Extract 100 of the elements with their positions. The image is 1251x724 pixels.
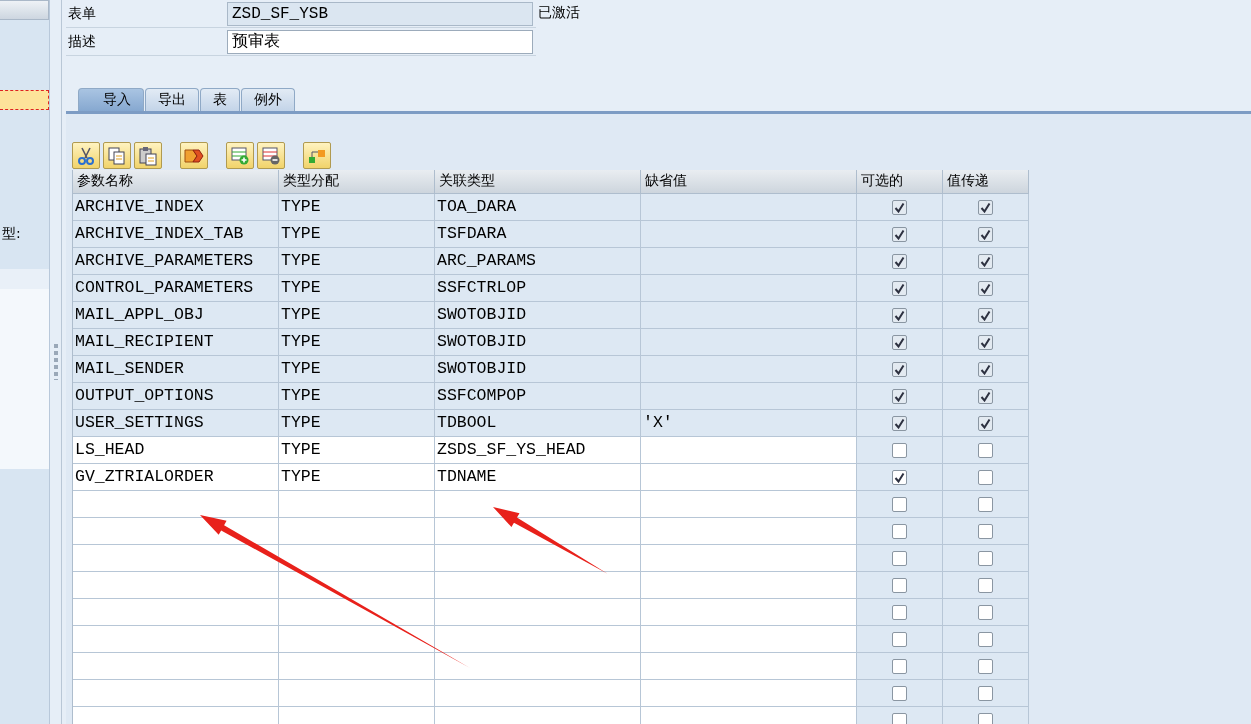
checkmark-icon [894,363,905,375]
checkmark-icon [980,255,991,267]
table-cell: TDNAME [435,464,641,491]
checkbox[interactable] [892,361,907,377]
table-cell: TYPE [279,275,435,302]
checkbox[interactable] [978,415,993,431]
checkbox[interactable] [892,226,907,242]
checkmark-icon [894,336,905,348]
toolbar-button[interactable] [257,142,285,169]
checkmark-icon [894,201,905,213]
column-header[interactable]: 可选的 [857,170,943,194]
toolbar-button[interactable] [303,142,331,169]
table-cell: GV_ZTRIALORDER [73,464,279,491]
checkbox[interactable] [978,199,993,215]
table-cell: TYPE [279,194,435,221]
checkbox[interactable] [892,604,907,620]
checkmark-icon [980,309,991,321]
table-cell: TYPE [279,383,435,410]
toolbar-button[interactable] [226,142,254,169]
checkbox[interactable] [892,577,907,593]
table-cell: 'X' [641,410,857,437]
checkbox[interactable] [892,199,907,215]
checkbox[interactable] [892,685,907,701]
toolbar-button[interactable] [180,142,208,169]
checkmark-icon [894,417,905,429]
column-header[interactable]: 参数名称 [73,170,279,194]
checkbox[interactable] [892,712,907,724]
toolbar-button[interactable] [72,142,100,169]
toolbar-button[interactable] [103,142,131,169]
status-text: 已激活 [538,4,580,22]
tab[interactable]: 表 [200,88,240,111]
checkmark-icon [894,282,905,294]
checkbox[interactable] [978,226,993,242]
checkmark-icon [894,309,905,321]
checkmark-icon [894,228,905,240]
checkbox[interactable] [978,280,993,296]
checkbox[interactable] [892,523,907,539]
checkbox[interactable] [892,415,907,431]
table-cell: LS_HEAD [73,437,279,464]
checkmark-icon [894,255,905,267]
sidebar-label: 型: [1,225,22,243]
checkbox[interactable] [978,361,993,377]
checkbox[interactable] [978,712,993,724]
table-cell: SSFCOMPOP [435,383,641,410]
column-header[interactable]: 类型分配 [279,170,435,194]
checkbox[interactable] [978,658,993,674]
table-cell: ZSDS_SF_YS_HEAD [435,437,641,464]
checkbox[interactable] [978,604,993,620]
checkbox[interactable] [892,469,907,485]
checkbox[interactable] [978,307,993,323]
checkbox[interactable] [978,523,993,539]
sidebar-item[interactable] [0,0,49,20]
paste-icon [138,145,158,166]
checkbox[interactable] [978,253,993,269]
table-cell: SWOTOBJID [435,356,641,383]
toolbar-button[interactable] [134,142,162,169]
checkbox[interactable] [978,631,993,647]
column-header[interactable]: 关联类型 [435,170,641,194]
tab[interactable]: 导入 [78,88,144,111]
checkbox[interactable] [892,307,907,323]
table-cell: TYPE [279,464,435,491]
checkmark-icon [980,363,991,375]
checkbox[interactable] [892,334,907,350]
tab[interactable]: 例外 [241,88,295,111]
checkbox[interactable] [978,685,993,701]
delete-row-icon [261,145,281,166]
table-cell: ARCHIVE_PARAMETERS [73,248,279,275]
checkmark-icon [980,417,991,429]
field-label: 描述 [67,32,97,51]
column-header[interactable]: 值传递 [943,170,1029,194]
checkmark-icon [980,228,991,240]
checkbox[interactable] [978,577,993,593]
checkbox[interactable] [978,334,993,350]
checkbox[interactable] [892,550,907,566]
checkmark-icon [894,390,905,402]
table-cell: OUTPUT_OPTIONS [73,383,279,410]
table-cell: TSFDARA [435,221,641,248]
table-cell: TYPE [279,329,435,356]
checkbox[interactable] [892,658,907,674]
column-header[interactable]: 缺省值 [641,170,857,194]
checkbox[interactable] [892,442,907,458]
checkbox[interactable] [978,469,993,485]
checkbox[interactable] [892,631,907,647]
checkbox[interactable] [892,388,907,404]
table-cell: TYPE [279,410,435,437]
checkbox[interactable] [892,496,907,512]
checkbox[interactable] [892,280,907,296]
checkbox[interactable] [978,496,993,512]
checkmark-icon [894,471,905,483]
table-cell: SWOTOBJID [435,329,641,356]
checkbox[interactable] [892,253,907,269]
sidebar-item[interactable] [0,90,49,110]
table-cell: SSFCTRLOP [435,275,641,302]
input-field[interactable]: 预审表 [227,29,533,54]
tab[interactable]: 导出 [145,88,199,111]
checkbox[interactable] [978,388,993,404]
input-field[interactable]: ZSD_SF_YSB [227,1,533,26]
checkbox[interactable] [978,442,993,458]
scissors-icon [76,145,96,166]
checkbox[interactable] [978,550,993,566]
